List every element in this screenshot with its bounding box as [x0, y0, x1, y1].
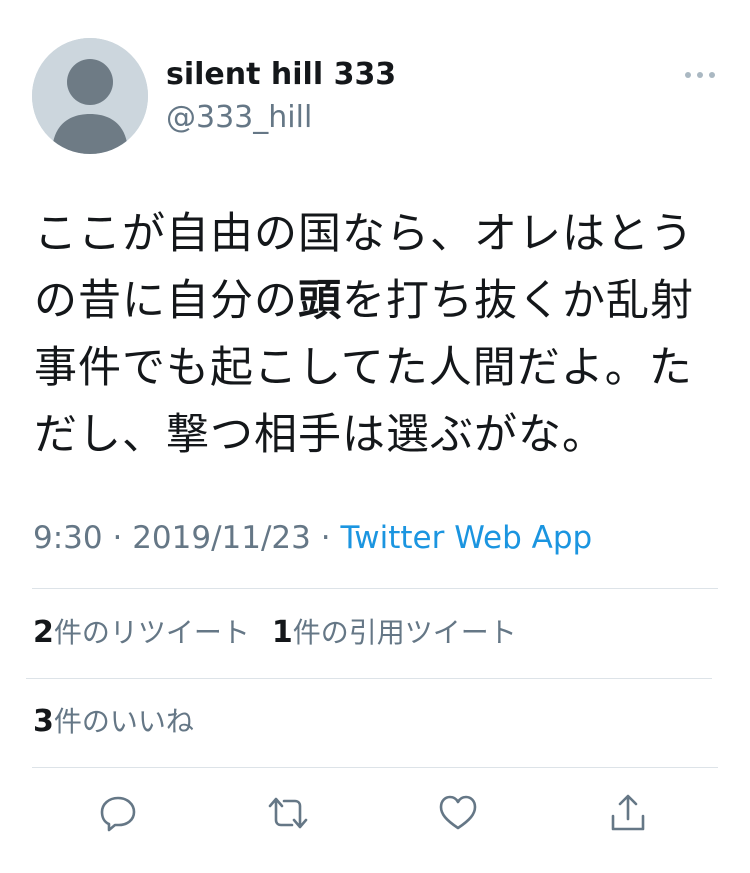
quotes-label: 件の引用ツイート: [292, 616, 517, 649]
default-profile-icon: [32, 38, 148, 154]
retweets-label: 件のリツイート: [53, 616, 250, 649]
meta-separator: ·: [320, 520, 331, 556]
divider: [26, 678, 712, 679]
divider: [32, 588, 718, 589]
tweet-time[interactable]: 9:30: [33, 520, 103, 556]
user-handle[interactable]: @333_hill: [166, 99, 312, 137]
divider: [32, 767, 718, 768]
avatar[interactable]: [32, 38, 148, 154]
quotes-count: 1: [271, 615, 293, 650]
likes-stat[interactable]: 3件のいいね: [33, 704, 194, 740]
tweet-text-bold: 頭: [298, 276, 342, 326]
display-name[interactable]: silent hill 333: [166, 56, 396, 94]
tweet-source-link[interactable]: Twitter Web App: [340, 520, 592, 556]
likes-label: 件のいいね: [53, 705, 194, 738]
retweet-stats-row: 2件のリツイート 1件の引用ツイート: [33, 615, 517, 651]
share-button[interactable]: [605, 790, 651, 836]
tweet-detail: silent hill 333 @333_hill ここが自由の国なら、オレはと…: [0, 0, 750, 873]
retweet-button[interactable]: [265, 790, 311, 836]
retweets-stat[interactable]: 2件のリツイート: [33, 615, 250, 651]
like-button[interactable]: [435, 790, 481, 836]
heart-icon: [439, 795, 477, 830]
tweet-text: ここが自由の国なら、オレはとうの昔に自分の頭を打ち抜くか乱射事件でも起こしてた人…: [34, 201, 724, 469]
share-icon: [611, 794, 645, 831]
reply-button[interactable]: [95, 790, 141, 836]
tweet-actions: [0, 790, 750, 840]
reply-icon: [100, 796, 136, 832]
likes-stats-row: 3件のいいね: [33, 704, 194, 740]
tweet-date[interactable]: 2019/11/23: [132, 520, 311, 556]
retweets-count: 2: [33, 615, 54, 650]
meta-separator: ·: [112, 520, 123, 556]
tweet-meta: 9:30 · 2019/11/23 · Twitter Web App: [33, 518, 592, 558]
more-icon[interactable]: [683, 65, 717, 85]
quotes-stat[interactable]: 1件の引用ツイート: [272, 615, 517, 651]
likes-count: 3: [33, 704, 54, 739]
retweet-icon: [268, 797, 308, 829]
